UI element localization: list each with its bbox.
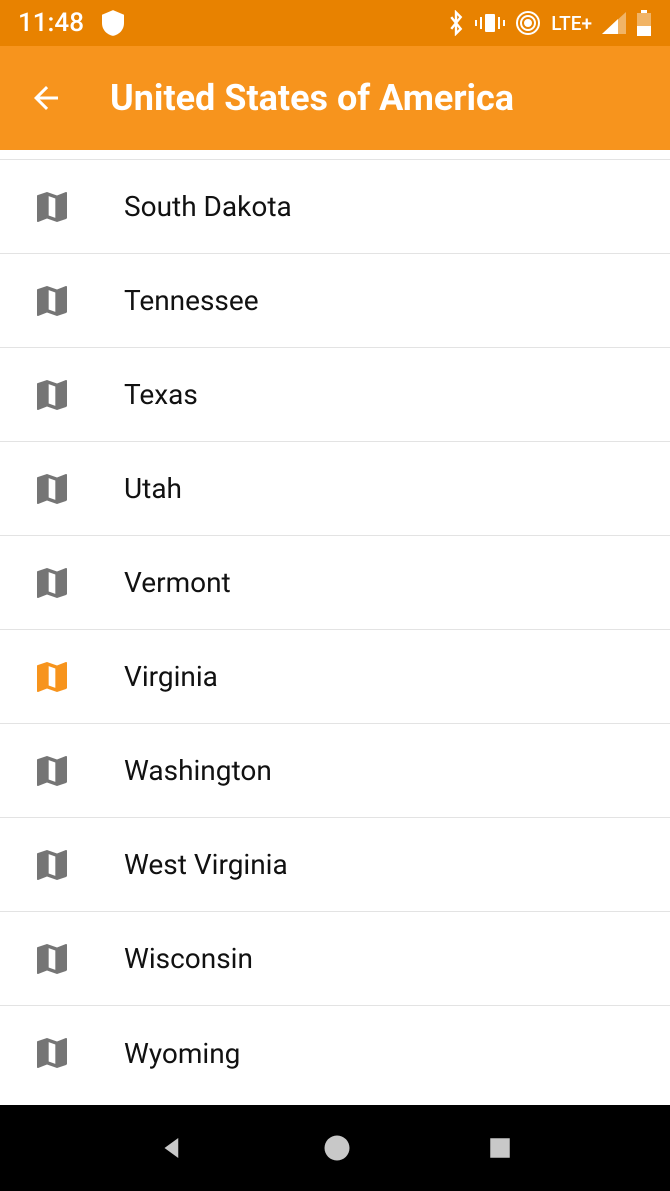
list-item-label: Wyoming (124, 1037, 240, 1070)
map-icon (32, 281, 72, 321)
list-item-label: Virginia (124, 660, 218, 693)
list-item-label: Vermont (124, 566, 231, 599)
list-item[interactable]: Vermont (0, 536, 670, 630)
list-item-label: Utah (124, 472, 182, 505)
page-title: United States of America (110, 77, 514, 119)
list-item[interactable]: Wyoming (0, 1006, 670, 1100)
map-icon (32, 1033, 72, 1073)
status-time: 11:48 (18, 8, 84, 38)
map-icon (32, 845, 72, 885)
list-item[interactable]: Washington (0, 724, 670, 818)
list-item[interactable]: Texas (0, 348, 670, 442)
map-icon (32, 375, 72, 415)
states-list: South Dakota Tennessee Texas Utah Vermon… (0, 150, 670, 1105)
bluetooth-icon (447, 10, 465, 36)
divider (0, 150, 670, 160)
list-item[interactable]: West Virginia (0, 818, 670, 912)
list-item-label: Texas (124, 378, 198, 411)
map-icon-active (32, 657, 72, 697)
map-icon (32, 939, 72, 979)
list-item-label: Tennessee (124, 284, 259, 317)
vibrate-icon (475, 12, 505, 34)
nav-recent-button[interactable] (487, 1135, 513, 1161)
shield-icon (102, 10, 124, 36)
list-item-label: South Dakota (124, 190, 292, 223)
status-bar: 11:48 LTE+ (0, 0, 670, 46)
map-icon (32, 187, 72, 227)
list-item[interactable]: Virginia (0, 630, 670, 724)
signal-icon (602, 12, 626, 34)
nav-home-button[interactable] (322, 1133, 352, 1163)
list-item[interactable]: Utah (0, 442, 670, 536)
list-item[interactable]: South Dakota (0, 160, 670, 254)
list-item-label: Wisconsin (124, 942, 253, 975)
hotspot-icon (515, 10, 541, 36)
map-icon (32, 751, 72, 791)
back-button[interactable] (28, 80, 64, 116)
navigation-bar (0, 1105, 670, 1191)
list-item[interactable]: Tennessee (0, 254, 670, 348)
battery-icon (636, 10, 652, 36)
list-item-label: Washington (124, 754, 272, 787)
map-icon (32, 563, 72, 603)
network-label: LTE+ (551, 12, 592, 35)
list-item-label: West Virginia (124, 848, 288, 881)
nav-back-button[interactable] (157, 1133, 187, 1163)
map-icon (32, 469, 72, 509)
list-item[interactable]: Wisconsin (0, 912, 670, 1006)
app-bar: United States of America (0, 46, 670, 150)
